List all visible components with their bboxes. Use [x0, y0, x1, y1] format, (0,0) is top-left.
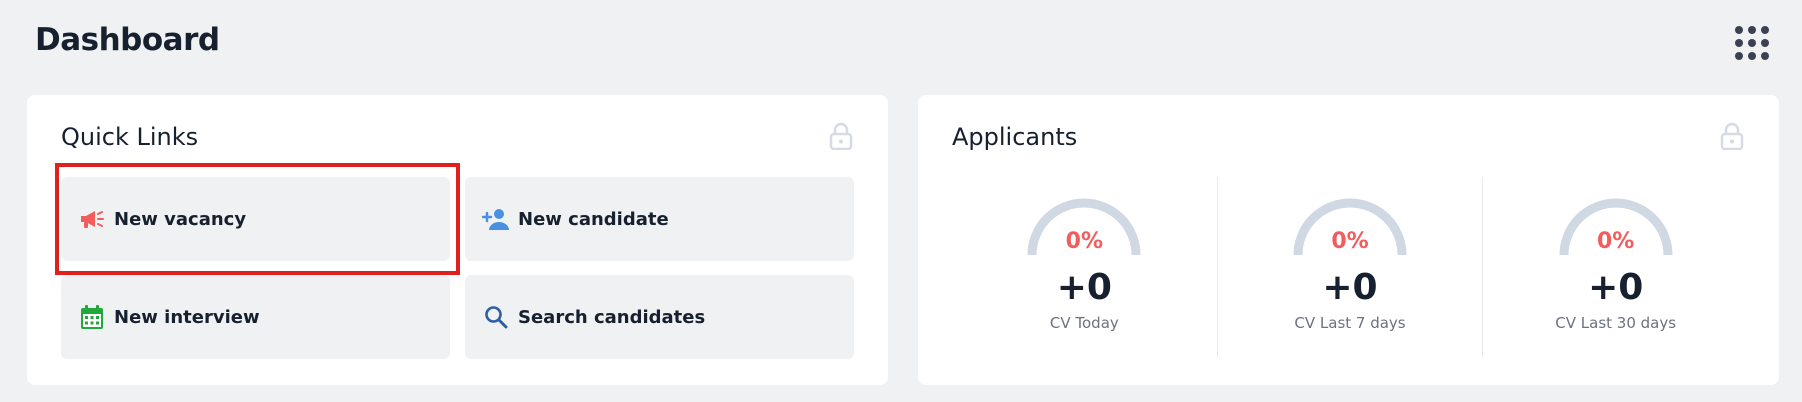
applicants-title: Applicants: [952, 123, 1078, 151]
new-candidate-label: New candidate: [518, 208, 669, 230]
new-vacancy-button[interactable]: New vacancy: [61, 177, 450, 261]
gauge: 0%: [1026, 197, 1142, 259]
metric-count: +0: [1322, 267, 1378, 308]
metric-count: +0: [1056, 267, 1112, 308]
applicants-card: Applicants 0% +0 CV Today 0% +0 CV Last …: [918, 95, 1779, 385]
new-candidate-button[interactable]: New candidate: [465, 177, 854, 261]
gauge-percent: 0%: [1065, 229, 1103, 254]
new-interview-label: New interview: [114, 306, 260, 328]
search-icon: [482, 303, 510, 331]
add-user-icon: [482, 205, 510, 233]
new-vacancy-label: New vacancy: [114, 208, 247, 230]
search-candidates-label: Search candidates: [518, 306, 706, 328]
quick-links-title: Quick Links: [61, 123, 199, 151]
gauge-percent: 0%: [1331, 229, 1369, 254]
metric-label: CV Last 30 days: [1555, 314, 1677, 332]
gauge-percent: 0%: [1596, 229, 1635, 254]
grid-dots-icon[interactable]: [1735, 26, 1769, 60]
metric-cv-today: 0% +0 CV Today: [952, 177, 1217, 357]
quick-links-card: Quick Links New vacancy New candidate Ne…: [27, 95, 888, 385]
lock-icon[interactable]: [1720, 122, 1744, 151]
metric-label: CV Last 7 days: [1294, 314, 1406, 332]
gauge: 0%: [1558, 197, 1674, 259]
page-title: Dashboard: [35, 22, 220, 58]
megaphone-icon: [78, 205, 106, 233]
search-candidates-button[interactable]: Search candidates: [465, 275, 854, 359]
new-interview-button[interactable]: New interview: [61, 275, 450, 359]
gauge: 0%: [1292, 197, 1408, 259]
metric-label: CV Today: [1049, 314, 1119, 332]
calendar-icon: [78, 303, 106, 331]
lock-icon[interactable]: [829, 122, 853, 151]
metric-cv-last-7-days: 0% +0 CV Last 7 days: [1216, 177, 1483, 357]
applicant-metrics: 0% +0 CV Today 0% +0 CV Last 7 days 0% +…: [952, 177, 1748, 357]
metric-cv-last-30-days: 0% +0 CV Last 30 days: [1482, 177, 1748, 357]
metric-count: +0: [1588, 267, 1644, 308]
